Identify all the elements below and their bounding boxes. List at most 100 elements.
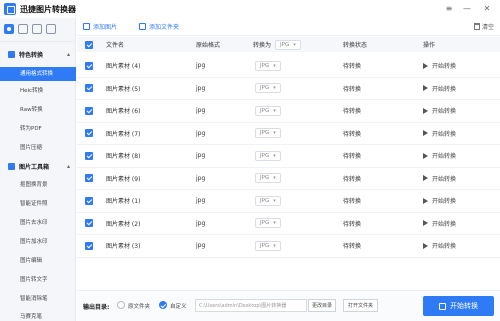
sidebar-item-remove-watermark[interactable]: 图片去水印: [0, 216, 76, 230]
row-checkbox[interactable]: [85, 168, 93, 190]
open-folder-button[interactable]: 打开文件夹: [343, 299, 378, 312]
table-row[interactable]: 图片素材 (6) jpg JPG ▾ 待转换 开始转换: [77, 100, 500, 123]
target-format-dropdown[interactable]: JPG ▾: [255, 60, 281, 71]
table-row[interactable]: 图片素材 (9) jpg JPG ▾ 待转换 开始转换: [77, 168, 500, 190]
start-convert-button[interactable]: 开始转换: [423, 123, 456, 145]
target-format-select[interactable]: JPG ▾: [255, 55, 281, 77]
copy-icon[interactable]: [46, 24, 56, 34]
clear-button[interactable]: 清空: [473, 22, 494, 31]
checkbox-icon: [85, 151, 93, 160]
change-dir-button[interactable]: 更改目录: [308, 299, 336, 312]
target-format-select[interactable]: JPG ▾: [255, 235, 281, 257]
row-checkbox[interactable]: [85, 213, 93, 235]
target-format-dropdown[interactable]: JPG ▾: [255, 150, 281, 161]
target-format-select[interactable]: JPG ▾: [255, 190, 281, 212]
row-checkbox[interactable]: [85, 190, 93, 212]
target-format-dropdown[interactable]: JPG ▾: [255, 240, 281, 251]
table-row[interactable]: 图片素材 (7) jpg JPG ▾ 待转换 开始转换: [77, 123, 500, 145]
target-format-select[interactable]: JPG ▾: [255, 145, 281, 167]
footer-bar: 输出目录: 原文件夹 自定义 C:\Users\admin\Desktop\图片…: [77, 290, 500, 321]
sidebar-item-ocr[interactable]: 图片转文字: [0, 273, 76, 287]
sidebar-group-special[interactable]: 特色转换 ▴: [0, 47, 76, 61]
output-path-field[interactable]: C:\Users\admin\Desktop\图片转换器: [195, 299, 307, 312]
start-convert-button[interactable]: 开始转换: [423, 235, 456, 257]
chevron-down-icon: ▾: [273, 242, 276, 249]
menu-icon[interactable]: ≡: [442, 3, 456, 14]
close-button[interactable]: ✕: [480, 3, 494, 14]
target-format-dropdown[interactable]: JPG ▾: [255, 195, 281, 206]
target-format-select[interactable]: JPG ▾: [255, 78, 281, 100]
table-row[interactable]: 图片素材 (1) jpg JPG ▾ 待转换 开始转换: [77, 190, 500, 213]
start-convert-button[interactable]: 开始转换: [423, 100, 456, 122]
start-convert-button[interactable]: 开始转换: [423, 145, 456, 167]
target-format-select[interactable]: JPG ▾: [255, 168, 281, 190]
convert-status: 待转换: [343, 108, 362, 116]
convert-status: 待转换: [343, 220, 362, 228]
target-format-dropdown[interactable]: JPG ▾: [255, 105, 281, 116]
file-format: jpg: [196, 152, 206, 160]
sidebar-item-pdf[interactable]: 转为PDF: [0, 122, 76, 136]
chevron-up-icon: ▴: [66, 51, 70, 58]
sidebar-item-eraser[interactable]: 智能消除笔: [0, 292, 76, 306]
row-checkbox[interactable]: [85, 100, 93, 122]
sidebar-item-general-format[interactable]: 通用格式转换: [0, 67, 76, 81]
chevron-down-icon: ▾: [273, 220, 276, 227]
file-format: jpg: [196, 62, 206, 70]
target-format-select[interactable]: JPG ▾: [255, 100, 281, 122]
add-folder-label: 添加文件夹: [149, 24, 180, 31]
start-convert-button[interactable]: 开始转换: [423, 55, 456, 77]
target-format-dropdown[interactable]: JPG ▾: [255, 218, 281, 229]
radio-custom-folder[interactable]: [159, 301, 167, 309]
start-convert-label: 开始转换: [432, 153, 457, 161]
row-checkbox[interactable]: [85, 235, 93, 257]
sidebar-item-mosaic[interactable]: 马赛克笔: [0, 310, 76, 321]
sidebar-item-id-photo[interactable]: 智能证件照: [0, 197, 76, 211]
target-format-value: JPG: [260, 107, 270, 114]
target-format-dropdown[interactable]: JPG ▾: [255, 83, 281, 94]
table-row[interactable]: 图片素材 (4) jpg JPG ▾ 待转换 开始转换: [77, 55, 500, 78]
convert-all-select[interactable]: JPG ▾: [275, 39, 301, 50]
start-convert-button[interactable]: 开始转换: [423, 213, 456, 235]
start-convert-button[interactable]: 开始转换: [423, 190, 456, 212]
sidebar-item-edit[interactable]: 图片编辑: [0, 254, 76, 268]
sidebar-item-add-watermark[interactable]: 图片加水印: [0, 235, 76, 249]
start-convert-button[interactable]: 开始转换: [423, 78, 456, 100]
table-row[interactable]: 图片素材 (8) jpg JPG ▾ 待转换 开始转换: [77, 145, 500, 168]
table-row[interactable]: 图片素材 (2) jpg JPG ▾ 待转换 开始转换: [77, 213, 500, 235]
row-checkbox[interactable]: [85, 55, 93, 77]
select-all-checkbox[interactable]: [85, 37, 93, 52]
chevron-up-icon: ▴: [66, 163, 70, 170]
sidebar-item-heic[interactable]: Heic转换: [0, 84, 76, 98]
table-row[interactable]: 图片素材 (5) jpg JPG ▾ 待转换 开始转换: [77, 78, 500, 100]
target-format-select[interactable]: JPG ▾: [255, 213, 281, 235]
add-folder-button[interactable]: 添加文件夹: [139, 22, 179, 31]
checkbox-icon: [85, 219, 93, 228]
radio-original-folder[interactable]: [117, 301, 125, 309]
row-checkbox[interactable]: [85, 145, 93, 167]
sidebar-item-raw[interactable]: Raw转换: [0, 103, 76, 117]
start-convert-label: 开始转换: [432, 220, 457, 228]
sidebar-group-toolbox[interactable]: 图片工具箱 ▴: [0, 159, 76, 173]
add-image-button[interactable]: 添加图片: [83, 22, 117, 31]
target-format-dropdown[interactable]: JPG ▾: [255, 128, 281, 139]
minimize-button[interactable]: —: [460, 3, 474, 14]
table-row[interactable]: 图片素材 (3) jpg JPG ▾ 待转换 开始转换: [77, 235, 500, 258]
target-format-dropdown[interactable]: JPG ▾: [255, 173, 281, 184]
sidebar-item-compress[interactable]: 图片压缩: [0, 141, 76, 155]
home-icon[interactable]: [4, 24, 14, 34]
file-name: 图片素材 (8): [106, 153, 141, 161]
start-convert-button[interactable]: 开始转换: [423, 168, 456, 190]
start-all-button[interactable]: 开始转换: [423, 296, 494, 316]
convert-status: 待转换: [343, 63, 362, 71]
header-status: 转换状态: [343, 42, 368, 49]
file-name: 图片素材 (9): [106, 175, 141, 183]
add-folder-icon: [139, 23, 146, 30]
chevron-down-icon: ▾: [273, 62, 276, 69]
document-icon[interactable]: [32, 24, 42, 34]
image-tool-icon[interactable]: [18, 24, 28, 34]
start-convert-label: 开始转换: [432, 108, 457, 116]
sidebar-item-cutout[interactable]: 抠图换背景: [0, 178, 76, 192]
target-format-select[interactable]: JPG ▾: [255, 123, 281, 145]
row-checkbox[interactable]: [85, 78, 93, 100]
row-checkbox[interactable]: [85, 123, 93, 145]
